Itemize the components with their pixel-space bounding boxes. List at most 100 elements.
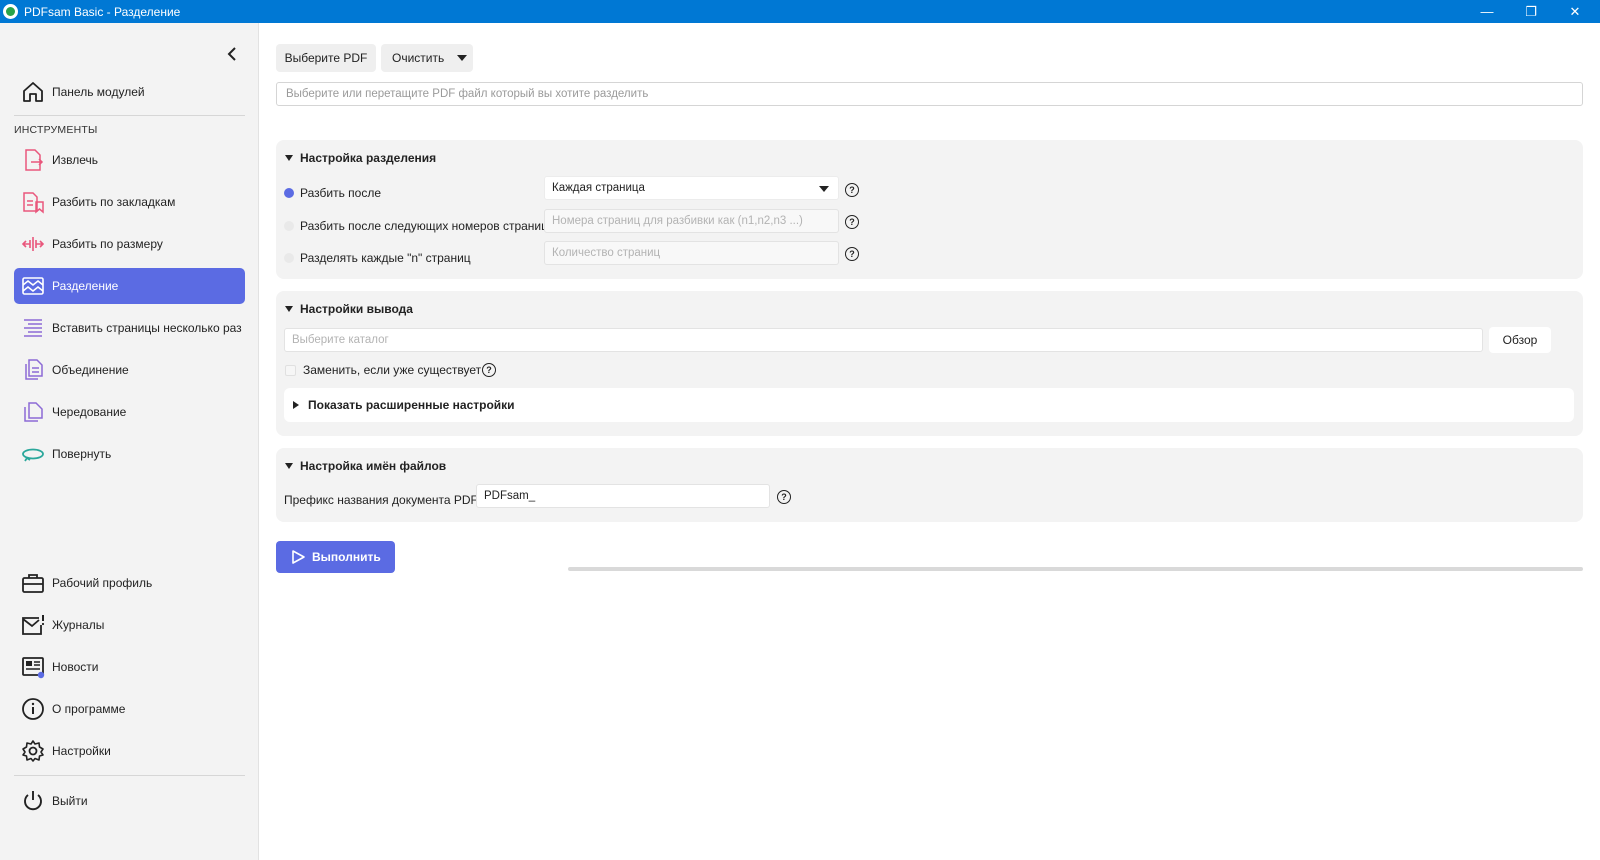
help-icon[interactable]: ? (482, 363, 496, 377)
split-icon (20, 273, 46, 299)
filename-settings-header[interactable]: Настройка имён файлов (285, 459, 446, 473)
sidebar-item-merge[interactable]: Объединение (14, 352, 245, 388)
rotate-icon (20, 441, 46, 467)
sidebar-item-label: О программе (52, 702, 126, 716)
output-settings-panel: Настройки вывода Выберите каталог Обзор … (276, 291, 1583, 436)
sidebar-item-insert-pages[interactable]: Вставить страницы несколько раз (14, 310, 245, 346)
help-icon[interactable]: ? (845, 215, 859, 229)
filename-settings-title: Настройка имён файлов (300, 459, 447, 473)
sidebar-item-label: Чередование (52, 405, 127, 419)
caret-down-icon (819, 186, 829, 192)
title-bar: PDFsam Basic - Разделение — ❐ ✕ (0, 0, 1600, 23)
extract-icon (20, 147, 46, 173)
overwrite-checkbox[interactable] (285, 364, 296, 376)
sidebar-item-split[interactable]: Разделение (14, 268, 245, 304)
filename-settings-panel: Настройка имён файлов Префикс названия д… (276, 448, 1583, 522)
sidebar-item-rotate[interactable]: Повернуть (14, 436, 245, 472)
help-icon[interactable]: ? (845, 247, 859, 261)
insert-pages-icon (20, 315, 46, 341)
select-pdf-button[interactable]: Выберите PDF (276, 44, 376, 72)
page-numbers-input[interactable]: Номера страниц для разбивки как (n1,n2,n… (544, 209, 839, 233)
radio-unselected[interactable] (284, 221, 294, 231)
collapse-triangle-icon (285, 306, 293, 312)
home-icon (20, 79, 46, 105)
sidebar-item-news[interactable]: Новости (14, 649, 245, 685)
sidebar-item-exit[interactable]: Выйти (14, 783, 245, 819)
advanced-settings-label: Показать расширенные настройки (308, 398, 515, 412)
split-settings-panel: Настройка разделения Разбить после Кажда… (276, 140, 1583, 279)
output-directory-input[interactable]: Выберите каталог (284, 328, 1483, 352)
tools-section-header: ИНСТРУМЕНТЫ (14, 124, 98, 136)
split-settings-title: Настройка разделения (300, 151, 437, 165)
gear-icon (20, 738, 46, 764)
overwrite-option[interactable]: Заменить, если уже существует (285, 363, 481, 377)
pdf-file-input[interactable]: Выберите или перетащите PDF файл который… (276, 82, 1583, 106)
sidebar-item-label: Выйти (52, 794, 88, 808)
sidebar-item-alternate-mix[interactable]: Чередование (14, 394, 245, 430)
output-settings-header[interactable]: Настройки вывода (285, 302, 413, 316)
browse-button[interactable]: Обзор (1489, 327, 1551, 353)
split-bookmarks-icon (20, 189, 46, 215)
play-icon (292, 550, 305, 564)
split-after-label: Разбить после (300, 186, 382, 200)
sidebar-divider (14, 775, 245, 776)
news-icon (20, 654, 46, 680)
main-content: Выберите PDF Очистить Выберите или перет… (260, 23, 1600, 860)
collapse-sidebar-button[interactable] (224, 45, 242, 63)
radio-selected[interactable] (284, 188, 294, 198)
sidebar-item-label: Панель модулей (52, 85, 145, 99)
sidebar-item-label: Настройки (52, 744, 111, 758)
sidebar-item-label: Рабочий профиль (52, 576, 153, 590)
collapse-triangle-icon (285, 463, 293, 469)
sidebar-item-dashboard[interactable]: Панель модулей (14, 74, 245, 110)
sidebar-item-extract[interactable]: Извлечь (14, 142, 245, 178)
prefix-input[interactable]: PDFsam_ (476, 484, 770, 508)
page-count-input[interactable]: Количество страниц (544, 241, 839, 265)
progress-bar (568, 567, 1583, 571)
sidebar-divider (14, 115, 245, 116)
split-settings-header[interactable]: Настройка разделения (285, 151, 436, 165)
radio-unselected[interactable] (284, 253, 294, 263)
sidebar-item-logs[interactable]: Журналы (14, 607, 245, 643)
caret-down-icon (457, 55, 467, 61)
sidebar-item-label: Разбить по закладкам (52, 195, 176, 209)
clear-button-label: Очистить (392, 51, 445, 65)
merge-icon (20, 357, 46, 383)
run-button[interactable]: Выполнить (276, 541, 395, 573)
close-button[interactable]: ✕ (1553, 0, 1597, 23)
output-settings-title: Настройки вывода (300, 302, 413, 316)
sidebar-item-label: Новости (52, 660, 99, 674)
logs-icon (20, 612, 46, 638)
maximize-button[interactable]: ❐ (1509, 0, 1553, 23)
split-after-option[interactable]: Разбить после (284, 186, 381, 200)
split-every-label: Разделять каждые "n" страниц (300, 251, 471, 265)
run-button-label: Выполнить (312, 550, 381, 564)
split-after-select[interactable]: Каждая страница (544, 176, 839, 200)
power-icon (20, 788, 46, 814)
help-icon[interactable]: ? (845, 183, 859, 197)
sidebar-item-label: Объединение (52, 363, 129, 377)
minimize-button[interactable]: — (1465, 0, 1509, 23)
alternate-mix-icon (20, 399, 46, 425)
sidebar-item-label: Извлечь (52, 153, 99, 167)
sidebar-item-label: Разделение (52, 279, 119, 293)
help-icon[interactable]: ? (777, 490, 791, 504)
app-logo-icon (3, 4, 18, 19)
split-every-option[interactable]: Разделять каждые "n" страниц (284, 251, 471, 265)
sidebar-item-split-size[interactable]: Разбить по размеру (14, 226, 245, 262)
sidebar-item-about[interactable]: О программе (14, 691, 245, 727)
sidebar-item-settings[interactable]: Настройки (14, 733, 245, 769)
expand-triangle-icon (293, 401, 299, 409)
sidebar-item-workspace[interactable]: Рабочий профиль (14, 565, 245, 601)
split-pages-option[interactable]: Разбить после следующих номеров страниц (284, 219, 548, 233)
briefcase-icon (20, 570, 46, 596)
split-size-icon (20, 231, 46, 257)
sidebar-item-split-bookmarks[interactable]: Разбить по закладкам (14, 184, 245, 220)
sidebar-item-label: Журналы (52, 618, 105, 632)
clear-button[interactable]: Очистить (381, 44, 473, 72)
split-after-value: Каждая страница (552, 182, 645, 194)
sidebar: Панель модулей ИНСТРУМЕНТЫ Извлечь Разби… (0, 23, 259, 860)
overwrite-label: Заменить, если уже существует (303, 363, 482, 377)
advanced-settings-toggle[interactable]: Показать расширенные настройки (284, 388, 1574, 422)
split-pages-label: Разбить после следующих номеров страниц (300, 219, 549, 233)
